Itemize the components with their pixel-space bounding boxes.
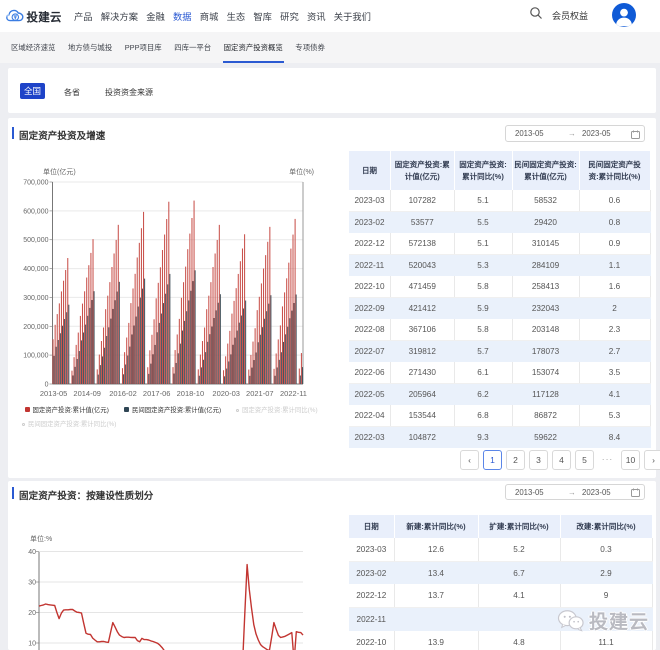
svg-text:30: 30 bbox=[28, 580, 36, 587]
svg-text:40: 40 bbox=[28, 549, 36, 556]
svg-text:20: 20 bbox=[28, 610, 36, 617]
svg-text:单位:%: 单位:% bbox=[30, 534, 52, 543]
svg-text:10: 10 bbox=[28, 641, 36, 648]
